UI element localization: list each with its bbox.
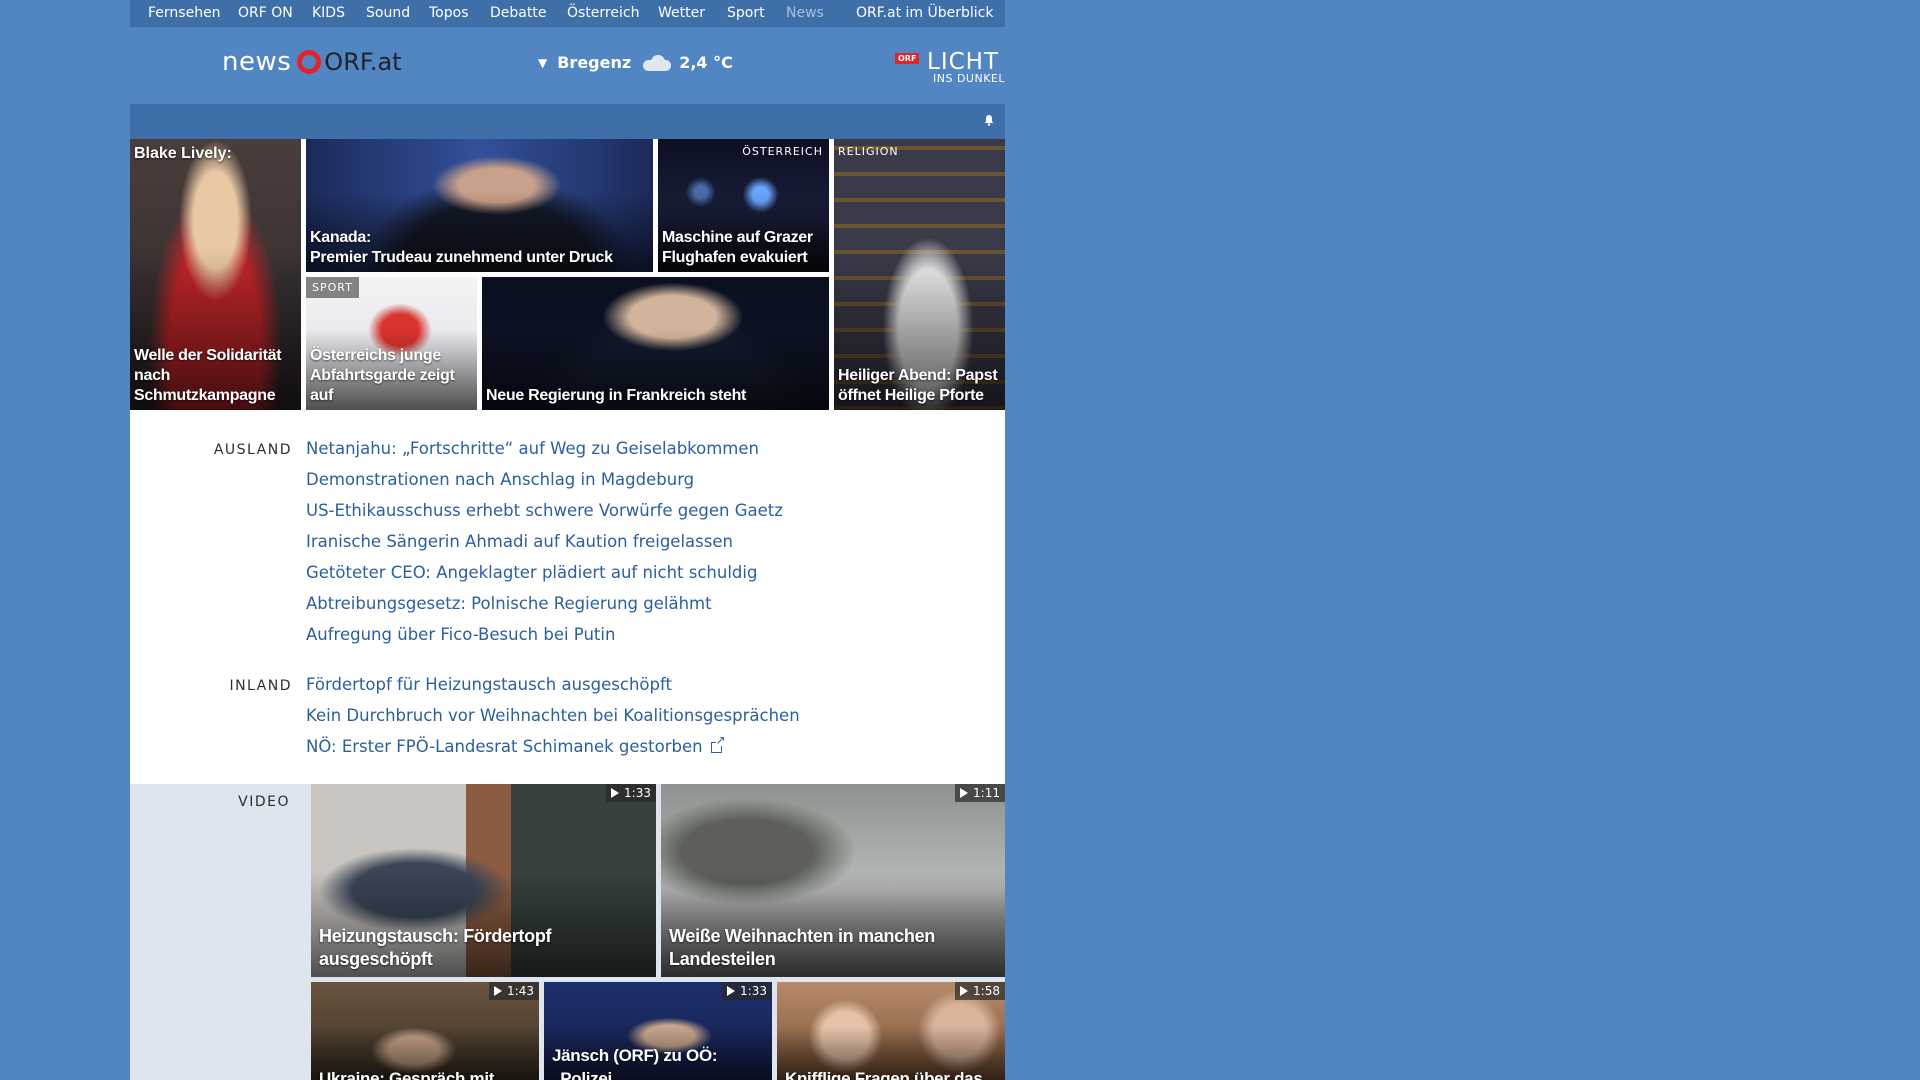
ins-dunkel-text: INS DUNKEL bbox=[933, 72, 1005, 85]
category-label: ÖSTERREICH bbox=[742, 145, 823, 158]
teaser-grazer-flughafen[interactable]: ÖSTERREICH Maschine auf Grazer Flughafen… bbox=[658, 139, 829, 272]
teaser-kicker: Blake Lively: bbox=[134, 145, 232, 162]
section-title-inland: INLAND bbox=[229, 678, 292, 694]
teaser-frankreich[interactable]: Neue Regierung in Frankreich steht bbox=[482, 277, 829, 410]
play-icon bbox=[960, 788, 969, 798]
duration-text: 1:58 bbox=[973, 984, 1000, 998]
play-icon bbox=[611, 788, 620, 798]
licht-ins-dunkel-logo[interactable]: ORF LICHT INS DUNKEL bbox=[895, 49, 1005, 87]
nav-kids[interactable]: KIDS bbox=[312, 5, 345, 21]
weather-city: Bregenz bbox=[557, 53, 632, 72]
nav-debatte[interactable]: Debatte bbox=[490, 5, 546, 21]
teaser-papst[interactable]: RELIGION Heiliger Abend: Papst öffnet He… bbox=[834, 139, 1005, 410]
logo-news-text: news bbox=[222, 47, 292, 77]
teaser-headline: Österreichs junge Abfahrtsgarde zeigt au… bbox=[310, 347, 455, 404]
nav-orf-on[interactable]: ORF ON bbox=[238, 5, 293, 21]
ausland-link[interactable]: Getöteter CEO: Angeklagter plädiert auf … bbox=[306, 563, 757, 582]
bell-icon[interactable] bbox=[983, 114, 995, 126]
teaser-headline-line1: Kanada: bbox=[310, 229, 372, 246]
orf-badge: ORF bbox=[895, 53, 920, 64]
inland-link[interactable]: Kein Durchbruch vor Weihnachten bei Koal… bbox=[306, 706, 800, 725]
external-link-icon bbox=[710, 734, 726, 753]
teaser-headline: Heiliger Abend: Papst öffnet Heilige Pfo… bbox=[838, 367, 998, 404]
duration-text: 1:11 bbox=[973, 786, 1000, 800]
news-lists: AUSLAND Netanjahu: „Fortschritte“ auf We… bbox=[130, 410, 1005, 784]
inland-link[interactable]: Fördertopf für Heizungstausch ausgeschöp… bbox=[306, 675, 672, 694]
header: news ORF.at ▼ Bregenz 2,4 °C ORF LICHT I… bbox=[130, 27, 1005, 104]
video-duration: 1:33 bbox=[722, 982, 772, 1000]
section-title-video: VIDEO bbox=[238, 794, 290, 810]
play-icon bbox=[960, 986, 969, 996]
ausland-link[interactable]: Iranische Sängerin Ahmadi auf Kaution fr… bbox=[306, 532, 733, 551]
ausland-link[interactable]: Abtreibungsgesetz: Polnische Regierung g… bbox=[306, 594, 712, 613]
top-stories-grid: Blake Lively: Welle der Solidarität nach… bbox=[130, 139, 1005, 410]
ausland-link[interactable]: Aufregung über Fico-Besuch bei Putin bbox=[306, 625, 615, 644]
nav-topos[interactable]: Topos bbox=[429, 5, 468, 21]
category-label: SPORT bbox=[306, 277, 359, 298]
video-tile[interactable]: 1:11 Weiße Weihnachten in manchen Landes… bbox=[661, 784, 1005, 977]
nav-overview[interactable]: ORF.at im Überblick bbox=[856, 5, 993, 21]
video-section: VIDEO 1:33 Heizungstausch: Fördertopf au… bbox=[130, 784, 1005, 1080]
ausland-link[interactable]: US-Ethikausschuss erhebt schwere Vorwürf… bbox=[306, 501, 783, 520]
nav-news[interactable]: News bbox=[786, 5, 824, 21]
video-duration: 1:11 bbox=[955, 784, 1005, 802]
weather-widget[interactable]: ▼ Bregenz 2,4 °C bbox=[538, 53, 733, 72]
video-tile[interactable]: 1:33 Jänsch (ORF) zu OÖ: „Polizei bbox=[544, 982, 772, 1080]
play-icon bbox=[494, 986, 503, 996]
inland-link-external[interactable]: NÖ: Erster FPÖ-Landesrat Schimanek gesto… bbox=[306, 734, 726, 756]
weather-temperature: 2,4 °C bbox=[679, 53, 733, 72]
logo-orf-text: ORF.at bbox=[324, 48, 402, 76]
orf-ring-icon bbox=[297, 50, 322, 74]
category-label: RELIGION bbox=[838, 145, 899, 158]
video-duration: 1:58 bbox=[955, 982, 1005, 1000]
duration-text: 1:33 bbox=[624, 786, 651, 800]
nav-sport[interactable]: Sport bbox=[727, 5, 765, 21]
chevron-down-icon: ▼ bbox=[538, 55, 548, 70]
news-orf-logo[interactable]: news ORF.at bbox=[222, 45, 402, 79]
nav-sound[interactable]: Sound bbox=[366, 5, 410, 21]
video-headline: Heizungstausch: Fördertopf ausgeschöpft bbox=[319, 926, 552, 969]
cloud-icon bbox=[639, 54, 673, 71]
video-tile[interactable]: 1:58 Knifflige Fragen über das bbox=[777, 982, 1005, 1080]
top-navigation: Fernsehen ORF ON KIDS Sound Topos Debatt… bbox=[130, 0, 1005, 27]
play-icon bbox=[727, 986, 736, 996]
video-duration: 1:33 bbox=[606, 784, 656, 802]
video-headline: Jänsch (ORF) zu OÖ: „Polizei bbox=[552, 1046, 718, 1080]
nav-oesterreich[interactable]: Österreich bbox=[567, 5, 639, 21]
duration-text: 1:33 bbox=[740, 984, 767, 998]
page: Fernsehen ORF ON KIDS Sound Topos Debatt… bbox=[130, 0, 1005, 1080]
teaser-headline-line2: Premier Trudeau zunehmend unter Druck bbox=[310, 249, 613, 266]
teaser-trudeau[interactable]: Kanada: Premier Trudeau zunehmend unter … bbox=[306, 139, 653, 272]
inland-link-text: NÖ: Erster FPÖ-Landesrat Schimanek gesto… bbox=[306, 737, 703, 756]
video-headline: Knifflige Fragen über das bbox=[785, 1069, 983, 1080]
teaser-headline: Welle der Solidarität nach Schmutzkampag… bbox=[134, 347, 282, 404]
section-title-ausland: AUSLAND bbox=[213, 442, 292, 458]
video-tile[interactable]: 1:33 Heizungstausch: Fördertopf ausgesch… bbox=[311, 784, 656, 977]
teaser-headline: Kanada: Premier Trudeau zunehmend unter … bbox=[310, 228, 649, 268]
ausland-link[interactable]: Demonstrationen nach Anschlag in Magdebu… bbox=[306, 470, 694, 489]
teaser-abfahrt[interactable]: SPORT Österreichs junge Abfahrtsgarde ze… bbox=[306, 277, 477, 410]
teaser-headline: Neue Regierung in Frankreich steht bbox=[486, 387, 747, 404]
video-headline: Weiße Weihnachten in manchen Landesteile… bbox=[669, 926, 935, 969]
duration-text: 1:43 bbox=[507, 984, 534, 998]
nav-wetter[interactable]: Wetter bbox=[658, 5, 705, 21]
video-headline: Ukraine: Gespräch mit bbox=[319, 1069, 495, 1080]
header-toolbar bbox=[130, 104, 1005, 139]
nav-fernsehen[interactable]: Fernsehen bbox=[148, 5, 221, 21]
video-duration: 1:43 bbox=[489, 982, 539, 1000]
video-tile[interactable]: 1:43 Ukraine: Gespräch mit bbox=[311, 982, 539, 1080]
ausland-link[interactable]: Netanjahu: „Fortschritte“ auf Weg zu Gei… bbox=[306, 439, 759, 458]
teaser-headline: Maschine auf Grazer Flughafen evakuiert bbox=[662, 229, 813, 266]
teaser-blake-lively[interactable]: Blake Lively: Welle der Solidarität nach… bbox=[130, 139, 301, 410]
